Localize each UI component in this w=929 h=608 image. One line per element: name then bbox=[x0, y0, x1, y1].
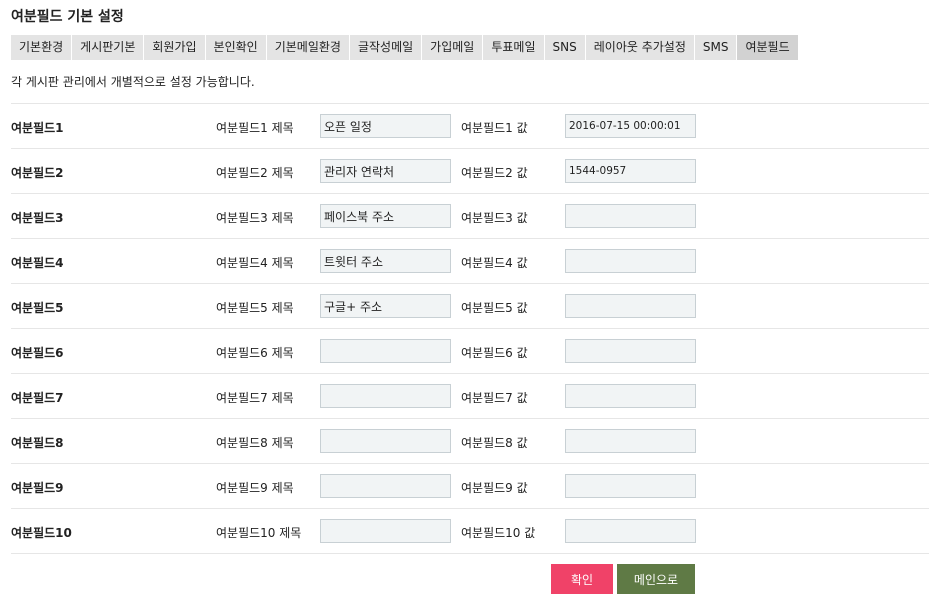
tab-12[interactable]: 여분필드 bbox=[737, 35, 798, 60]
field-row: 여분필드8 여분필드8 제목 여분필드8 값 bbox=[11, 418, 929, 463]
tab-10[interactable]: 레이아웃 추가설정 bbox=[586, 35, 695, 60]
field-row-label: 여분필드1 bbox=[11, 121, 64, 135]
field-value-input[interactable] bbox=[565, 204, 696, 228]
field-value-input[interactable] bbox=[565, 519, 696, 543]
form-bottom-divider bbox=[11, 553, 929, 554]
field-title-input[interactable] bbox=[320, 294, 451, 318]
extra-fields-form: 여분필드1 여분필드1 제목 여분필드1 값여분필드2 여분필드2 제목 여분필드2 값… bbox=[11, 103, 929, 553]
field-title-label: 여분필드10 제목 bbox=[216, 526, 302, 540]
field-value-input[interactable] bbox=[565, 294, 696, 318]
field-row: 여분필드6 여분필드6 제목 여분필드6 값 bbox=[11, 328, 929, 373]
tab-11[interactable]: SMS bbox=[695, 35, 738, 60]
field-title-label: 여분필드2 제목 bbox=[216, 166, 294, 180]
settings-page: 여분필드 기본 설정 기본환경 게시판기본 회원가입 본인확인 기본메일환경 글작성메일 가… bbox=[0, 0, 929, 608]
field-row-label: 여분필드7 bbox=[11, 391, 64, 405]
field-row-label: 여분필드8 bbox=[11, 436, 64, 450]
tab-7[interactable]: 가입메일 bbox=[422, 35, 484, 60]
field-title-label: 여분필드7 제목 bbox=[216, 391, 294, 405]
tab-6[interactable]: 글작성메일 bbox=[350, 35, 423, 60]
field-row-label: 여분필드4 bbox=[11, 256, 64, 270]
field-value-label: 여분필드8 값 bbox=[461, 436, 528, 450]
field-title-input[interactable] bbox=[320, 339, 451, 363]
field-title-input[interactable] bbox=[320, 114, 451, 138]
field-value-label: 여분필드1 값 bbox=[461, 121, 528, 135]
field-value-input[interactable] bbox=[565, 429, 696, 453]
field-value-label: 여분필드7 값 bbox=[461, 391, 528, 405]
field-title-label: 여분필드4 제목 bbox=[216, 256, 294, 270]
field-title-label: 여분필드9 제목 bbox=[216, 481, 294, 495]
field-title-label: 여분필드6 제목 bbox=[216, 346, 294, 360]
field-title-input[interactable] bbox=[320, 474, 451, 498]
field-row: 여분필드4 여분필드4 제목 여분필드4 값 bbox=[11, 238, 929, 283]
field-row-label: 여분필드5 bbox=[11, 301, 64, 315]
field-title-input[interactable] bbox=[320, 249, 451, 273]
field-value-label: 여분필드2 값 bbox=[461, 166, 528, 180]
field-title-label: 여분필드8 제목 bbox=[216, 436, 294, 450]
field-value-label: 여분필드10 값 bbox=[461, 526, 536, 540]
field-title-input[interactable] bbox=[320, 519, 451, 543]
field-value-label: 여분필드4 값 bbox=[461, 256, 528, 270]
field-title-label: 여분필드1 제목 bbox=[216, 121, 294, 135]
field-row-label: 여분필드3 bbox=[11, 211, 64, 225]
field-title-label: 여분필드3 제목 bbox=[216, 211, 294, 225]
field-title-input[interactable] bbox=[320, 384, 451, 408]
tab-1[interactable]: 기본환경 bbox=[11, 35, 73, 60]
tab-3[interactable]: 회원가입 bbox=[144, 35, 206, 60]
field-title-input[interactable] bbox=[320, 159, 451, 183]
field-title-input[interactable] bbox=[320, 429, 451, 453]
go-main-button[interactable]: 메인으로 bbox=[617, 564, 695, 594]
tab-5[interactable]: 기본메일환경 bbox=[267, 35, 350, 60]
field-row: 여분필드5 여분필드5 제목 여분필드5 값 bbox=[11, 283, 929, 328]
field-value-input[interactable] bbox=[565, 474, 696, 498]
field-value-input[interactable] bbox=[565, 384, 696, 408]
confirm-button[interactable]: 확인 bbox=[551, 564, 613, 594]
field-row-label: 여분필드2 bbox=[11, 166, 64, 180]
field-value-input[interactable] bbox=[565, 339, 696, 363]
field-value-label: 여분필드3 값 bbox=[461, 211, 528, 225]
tab-4[interactable]: 본인확인 bbox=[206, 35, 267, 60]
field-row: 여분필드2 여분필드2 제목 여분필드2 값 bbox=[11, 148, 929, 193]
tab-8[interactable]: 투표메일 bbox=[483, 35, 545, 60]
field-row: 여분필드7 여분필드7 제목 여분필드7 값 bbox=[11, 373, 929, 418]
page-title: 여분필드 기본 설정 bbox=[11, 9, 124, 25]
field-value-input[interactable] bbox=[565, 114, 696, 138]
field-row-label: 여분필드10 bbox=[11, 526, 72, 540]
field-value-label: 여분필드6 값 bbox=[461, 346, 528, 360]
settings-tabs: 기본환경 게시판기본 회원가입 본인확인 기본메일환경 글작성메일 가입메일 투표메일 SNS 레… bbox=[11, 35, 798, 60]
field-row: 여분필드9 여분필드9 제목 여분필드9 값 bbox=[11, 463, 929, 508]
field-value-input[interactable] bbox=[565, 249, 696, 273]
field-row-label: 여분필드9 bbox=[11, 481, 64, 495]
field-row-label: 여분필드6 bbox=[11, 346, 64, 360]
tab-2[interactable]: 게시판기본 bbox=[72, 35, 145, 60]
field-row: 여분필드1 여분필드1 제목 여분필드1 값 bbox=[11, 103, 929, 148]
page-description: 각 게시판 관리에서 개별적으로 설정 가능합니다. bbox=[11, 75, 255, 89]
field-value-label: 여분필드9 값 bbox=[461, 481, 528, 495]
field-title-label: 여분필드5 제목 bbox=[216, 301, 294, 315]
field-row: 여분필드3 여분필드3 제목 여분필드3 값 bbox=[11, 193, 929, 238]
tab-9[interactable]: SNS bbox=[545, 35, 586, 60]
field-value-input[interactable] bbox=[565, 159, 696, 183]
field-row: 여분필드10 여분필드10 제목 여분필드10 값 bbox=[11, 508, 929, 553]
field-value-label: 여분필드5 값 bbox=[461, 301, 528, 315]
field-title-input[interactable] bbox=[320, 204, 451, 228]
